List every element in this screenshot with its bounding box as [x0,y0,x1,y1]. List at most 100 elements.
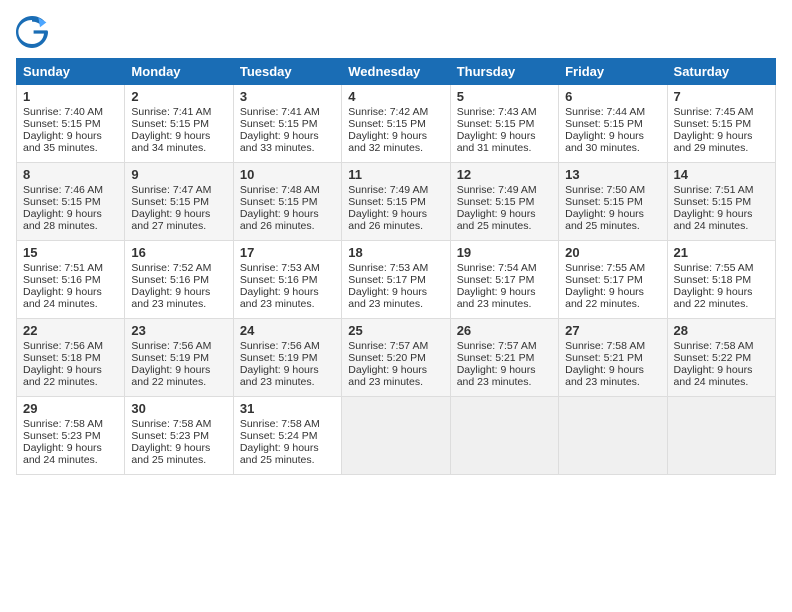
day-number: 24 [240,323,335,338]
day-cell: 27Sunrise: 7:58 AMSunset: 5:21 PMDayligh… [559,319,667,397]
sunrise: Sunrise: 7:41 AM [131,106,211,118]
daylight: Daylight: 9 hours and 29 minutes. [674,130,753,154]
sunset: Sunset: 5:15 PM [240,196,318,208]
day-cell: 4Sunrise: 7:42 AMSunset: 5:15 PMDaylight… [342,85,450,163]
daylight: Daylight: 9 hours and 22 minutes. [565,286,644,310]
day-cell: 24Sunrise: 7:56 AMSunset: 5:19 PMDayligh… [233,319,341,397]
day-cell: 8Sunrise: 7:46 AMSunset: 5:15 PMDaylight… [17,163,125,241]
sunset: Sunset: 5:16 PM [23,274,101,286]
day-number: 25 [348,323,443,338]
daylight: Daylight: 9 hours and 24 minutes. [23,286,102,310]
sunset: Sunset: 5:24 PM [240,430,318,442]
day-cell: 26Sunrise: 7:57 AMSunset: 5:21 PMDayligh… [450,319,558,397]
day-cell: 9 Sunrise: 7:47 AMSunset: 5:15 PMDaylight… [125,163,233,241]
sunrise: Sunrise: 7:50 AM [565,184,645,196]
daylight: Daylight: 9 hours and 23 minutes. [240,286,319,310]
day-cell: 3Sunrise: 7:41 AMSunset: 5:15 PMDaylight… [233,85,341,163]
day-cell: 30Sunrise: 7:58 AMSunset: 5:23 PMDayligh… [125,397,233,475]
sunset: Sunset: 5:15 PM [565,196,643,208]
day-cell [342,397,450,475]
daylight: Daylight: 9 hours and 22 minutes. [23,364,102,388]
daylight: Daylight: 9 hours and 27 minutes. [131,208,210,232]
daylight: Daylight: 9 hours and 25 minutes. [131,442,210,466]
day-cell: 16Sunrise: 7:52 AMSunset: 5:16 PMDayligh… [125,241,233,319]
sunset: Sunset: 5:16 PM [131,274,209,286]
day-cell: 7 Sunrise: 7:45 AMSunset: 5:15 PMDaylight… [667,85,775,163]
day-number: 13 [565,167,660,182]
header-cell-thursday: Thursday [450,59,558,85]
day-cell: 11Sunrise: 7:49 AMSunset: 5:15 PMDayligh… [342,163,450,241]
sunrise: Sunrise: 7:58 AM [674,340,754,352]
day-number: 1 [23,89,118,104]
day-cell: 23Sunrise: 7:56 AMSunset: 5:19 PMDayligh… [125,319,233,397]
logo [16,16,52,48]
sunrise: Sunrise: 7:40 AM [23,106,103,118]
sunset: Sunset: 5:15 PM [674,118,752,130]
sunset: Sunset: 5:19 PM [240,352,318,364]
day-cell: 28Sunrise: 7:58 AMSunset: 5:22 PMDayligh… [667,319,775,397]
sunset: Sunset: 5:15 PM [23,196,101,208]
day-number: 14 [674,167,769,182]
day-cell: 21Sunrise: 7:55 AMSunset: 5:18 PMDayligh… [667,241,775,319]
week-row-3: 22Sunrise: 7:56 AMSunset: 5:18 PMDayligh… [17,319,776,397]
sunrise: Sunrise: 7:47 AM [131,184,211,196]
day-cell: 17Sunrise: 7:53 AMSunset: 5:16 PMDayligh… [233,241,341,319]
day-cell: 15Sunrise: 7:51 AMSunset: 5:16 PMDayligh… [17,241,125,319]
day-number: 6 [565,89,660,104]
day-number: 17 [240,245,335,260]
daylight: Daylight: 9 hours and 25 minutes. [457,208,536,232]
day-number: 27 [565,323,660,338]
daylight: Daylight: 9 hours and 24 minutes. [23,442,102,466]
daylight: Daylight: 9 hours and 23 minutes. [457,286,536,310]
day-number: 7 [674,89,769,104]
day-cell: 18Sunrise: 7:53 AMSunset: 5:17 PMDayligh… [342,241,450,319]
sunset: Sunset: 5:17 PM [348,274,426,286]
day-number: 9 [131,167,226,182]
day-cell: 14Sunrise: 7:51 AMSunset: 5:15 PMDayligh… [667,163,775,241]
daylight: Daylight: 9 hours and 24 minutes. [674,364,753,388]
sunset: Sunset: 5:15 PM [457,118,535,130]
daylight: Daylight: 9 hours and 22 minutes. [674,286,753,310]
sunrise: Sunrise: 7:43 AM [457,106,537,118]
sunset: Sunset: 5:15 PM [240,118,318,130]
sunset: Sunset: 5:19 PM [131,352,209,364]
week-row-2: 15Sunrise: 7:51 AMSunset: 5:16 PMDayligh… [17,241,776,319]
day-number: 12 [457,167,552,182]
header-row: SundayMondayTuesdayWednesdayThursdayFrid… [17,59,776,85]
daylight: Daylight: 9 hours and 25 minutes. [240,442,319,466]
day-number: 16 [131,245,226,260]
sunrise: Sunrise: 7:54 AM [457,262,537,274]
day-number: 21 [674,245,769,260]
sunrise: Sunrise: 7:53 AM [348,262,428,274]
daylight: Daylight: 9 hours and 28 minutes. [23,208,102,232]
day-number: 10 [240,167,335,182]
sunrise: Sunrise: 7:41 AM [240,106,320,118]
sunrise: Sunrise: 7:42 AM [348,106,428,118]
sunrise: Sunrise: 7:51 AM [674,184,754,196]
sunset: Sunset: 5:16 PM [240,274,318,286]
day-number: 15 [23,245,118,260]
sunrise: Sunrise: 7:56 AM [131,340,211,352]
calendar-table: SundayMondayTuesdayWednesdayThursdayFrid… [16,58,776,475]
sunrise: Sunrise: 7:49 AM [457,184,537,196]
header-cell-friday: Friday [559,59,667,85]
day-cell: 20Sunrise: 7:55 AMSunset: 5:17 PMDayligh… [559,241,667,319]
sunrise: Sunrise: 7:45 AM [674,106,754,118]
day-cell: 2Sunrise: 7:41 AMSunset: 5:15 PMDaylight… [125,85,233,163]
daylight: Daylight: 9 hours and 25 minutes. [565,208,644,232]
sunset: Sunset: 5:15 PM [131,196,209,208]
day-number: 26 [457,323,552,338]
sunrise: Sunrise: 7:55 AM [565,262,645,274]
sunset: Sunset: 5:15 PM [131,118,209,130]
day-cell: 25Sunrise: 7:57 AMSunset: 5:20 PMDayligh… [342,319,450,397]
day-number: 28 [674,323,769,338]
sunset: Sunset: 5:15 PM [457,196,535,208]
sunrise: Sunrise: 7:55 AM [674,262,754,274]
day-number: 29 [23,401,118,416]
daylight: Daylight: 9 hours and 32 minutes. [348,130,427,154]
header-cell-wednesday: Wednesday [342,59,450,85]
week-row-1: 8Sunrise: 7:46 AMSunset: 5:15 PMDaylight… [17,163,776,241]
header [16,16,776,48]
day-cell [450,397,558,475]
sunset: Sunset: 5:15 PM [23,118,101,130]
